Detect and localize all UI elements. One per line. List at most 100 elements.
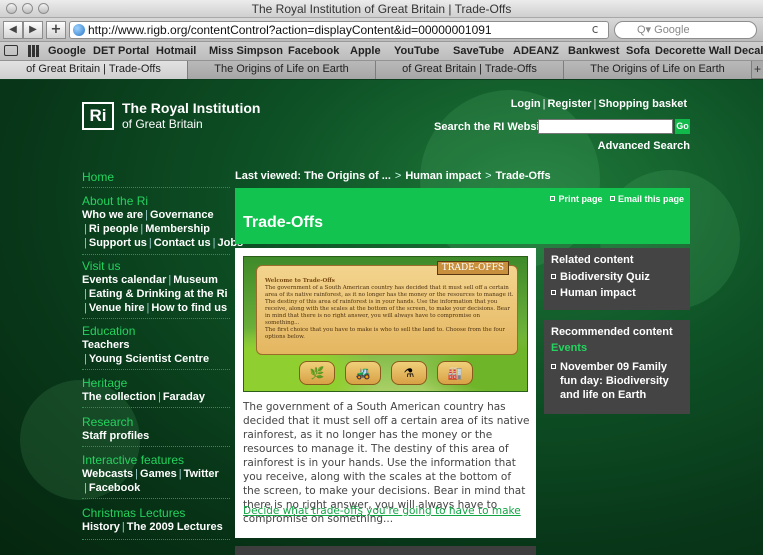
- bookmark-item[interactable]: Bankwest: [568, 45, 619, 57]
- decide-trade-offs-link[interactable]: Decide what trade-offs you're going to h…: [243, 505, 521, 517]
- bookmark-item[interactable]: Miss Simpson: [209, 45, 283, 57]
- address-bar[interactable]: http://www.rigb.org/contentControl?actio…: [69, 21, 609, 39]
- nav-visit-heading[interactable]: Visit us: [82, 259, 230, 273]
- nav-link-the-collection[interactable]: The collection: [82, 391, 156, 403]
- breadcrumb-arrow-icon: >: [394, 170, 402, 182]
- nav-link-venue-hire[interactable]: Venue hire: [89, 302, 145, 314]
- farming-option-icon[interactable]: 🚜: [345, 361, 381, 385]
- bookmark-item[interactable]: Sofa: [626, 45, 650, 57]
- breadcrumb-prefix: Last viewed:: [235, 170, 302, 182]
- login-link[interactable]: Login: [511, 98, 541, 110]
- tab-trade-offs-2[interactable]: of Great Britain | Trade-Offs: [376, 61, 564, 79]
- game-heading: Welcome to Trade-Offs: [265, 278, 335, 284]
- breadcrumb-arrow-icon: >: [485, 170, 492, 182]
- nav-link-webcasts[interactable]: Webcasts: [82, 468, 133, 480]
- tab-origins-of-life[interactable]: The Origins of Life on Earth: [188, 61, 376, 79]
- tab-trade-offs[interactable]: of Great Britain | Trade-Offs: [0, 61, 188, 79]
- ri-logo-mark: Ri: [82, 102, 114, 130]
- nav-link-who-we-are[interactable]: Who we are: [82, 209, 143, 221]
- site-search-input[interactable]: [538, 119, 673, 134]
- nav-link-young-scientist-centre[interactable]: Young Scientist Centre: [89, 353, 209, 365]
- print-icon: [550, 196, 556, 201]
- nav-link-museum[interactable]: Museum: [173, 274, 218, 286]
- nav-link-contact-us[interactable]: Contact us: [154, 237, 211, 249]
- nav-research-heading[interactable]: Research: [82, 415, 230, 429]
- bookmarks-bar: Google DET Portal Hotmail Miss Simpson F…: [0, 42, 763, 61]
- register-link[interactable]: Register: [547, 98, 591, 110]
- breadcrumb-item[interactable]: Human impact: [405, 170, 481, 182]
- account-links: Login | Register | Shopping basket: [511, 98, 687, 110]
- nav-link-games[interactable]: Games: [140, 468, 177, 480]
- breadcrumb-item[interactable]: The Origins of ...: [304, 170, 391, 182]
- recommended-event-link[interactable]: November 09 Family fun day: Biodiversity…: [560, 360, 683, 402]
- ecotourism-option-icon[interactable]: 🌿: [299, 361, 335, 385]
- research-option-icon[interactable]: ⚗: [391, 361, 427, 385]
- nav-education-heading[interactable]: Education: [82, 324, 230, 338]
- shopping-basket-link[interactable]: Shopping basket: [598, 98, 687, 110]
- nav-link-staff-profiles[interactable]: Staff profiles: [82, 430, 149, 442]
- related-link-human-impact[interactable]: Human impact: [560, 287, 636, 299]
- nav-heritage-heading[interactable]: Heritage: [82, 376, 230, 390]
- nav-link-eating-drinking[interactable]: Eating & Drinking at the Ri: [89, 288, 228, 300]
- forward-button[interactable]: ▶: [23, 21, 43, 39]
- bookmark-item[interactable]: Decorette Wall Decals: [655, 45, 763, 57]
- nav-link-facebook[interactable]: Facebook: [89, 482, 140, 494]
- bookmark-item[interactable]: SaveTube: [453, 45, 504, 57]
- tab-origins-of-life-2[interactable]: The Origins of Life on Earth: [564, 61, 752, 79]
- add-bookmark-button[interactable]: +: [46, 21, 66, 39]
- bookmark-item[interactable]: Facebook: [288, 45, 339, 57]
- window-title: The Royal Institution of Great Britain |…: [251, 2, 512, 16]
- nav-section-education: Education Teachers | Young Scientist Cent…: [82, 324, 230, 370]
- article-panel: TRADE-OFFS Welcome to Trade-Offs The gov…: [235, 248, 536, 538]
- nav-link-ri-people[interactable]: Ri people: [89, 223, 139, 235]
- nav-link-history[interactable]: History: [82, 521, 120, 533]
- bookmark-item[interactable]: Google: [48, 45, 86, 57]
- site-search-go-button[interactable]: Go: [675, 119, 690, 134]
- divider: |: [84, 482, 87, 494]
- back-button[interactable]: ◀: [3, 21, 23, 39]
- nav-link-membership[interactable]: Membership: [145, 223, 210, 235]
- bookmark-item[interactable]: Hotmail: [156, 45, 196, 57]
- bookmark-item[interactable]: YouTube: [394, 45, 439, 57]
- nav-link-governance[interactable]: Governance: [150, 209, 214, 221]
- bullet-icon: [551, 364, 556, 369]
- bookmarks-book-icon[interactable]: [4, 45, 18, 56]
- window-titlebar: The Royal Institution of Great Britain |…: [0, 0, 763, 18]
- bookmark-item[interactable]: Apple: [350, 45, 381, 57]
- google-search-placeholder: Q▾ Google: [637, 24, 690, 36]
- advanced-search-link[interactable]: Advanced Search: [598, 140, 690, 152]
- nav-link-how-to-find-us[interactable]: How to find us: [151, 302, 227, 314]
- email-page-link[interactable]: Email this page: [618, 194, 684, 204]
- page-title: Trade-Offs: [243, 214, 324, 231]
- nav-link-events-calendar[interactable]: Events calendar: [82, 274, 166, 286]
- nav-home-link[interactable]: Home: [82, 170, 230, 184]
- nav-link-twitter[interactable]: Twitter: [184, 468, 219, 480]
- top-sites-grid-icon[interactable]: [28, 45, 40, 57]
- divider: |: [157, 391, 161, 403]
- nav-christmas-heading[interactable]: Christmas Lectures: [82, 506, 230, 520]
- nav-about-heading[interactable]: About the Ri: [82, 194, 230, 208]
- bookmark-item[interactable]: ADEANZ: [513, 45, 559, 57]
- related-link-biodiversity-quiz[interactable]: Biodiversity Quiz: [560, 271, 650, 283]
- nav-section-visit: Visit us Events calendar | Museum | Eating …: [82, 259, 230, 319]
- recommended-content-box: Recommended content Events November 09 F…: [544, 320, 690, 414]
- new-tab-button[interactable]: +: [752, 61, 763, 79]
- industry-option-icon[interactable]: 🏭: [437, 361, 473, 385]
- trade-offs-game-image[interactable]: TRADE-OFFS Welcome to Trade-Offs The gov…: [243, 256, 528, 392]
- game-body: The government of a South American count…: [265, 285, 514, 326]
- print-page-link[interactable]: Print page: [558, 194, 602, 204]
- divider: |: [84, 302, 87, 314]
- nav-link-teachers[interactable]: Teachers: [82, 339, 130, 351]
- google-search-input[interactable]: Q▾ Google: [614, 21, 757, 39]
- nav-link-2009-lectures[interactable]: The 2009 Lectures: [127, 521, 223, 533]
- reload-icon[interactable]: c: [585, 21, 605, 37]
- divider: |: [121, 521, 125, 533]
- bookmark-item[interactable]: DET Portal: [93, 45, 149, 57]
- nav-link-faraday[interactable]: Faraday: [163, 391, 205, 403]
- recommended-content-heading: Recommended content: [551, 326, 673, 338]
- divider: |: [84, 223, 87, 235]
- email-icon: [609, 196, 615, 201]
- game-intro-text: Welcome to Trade-Offs The government of …: [265, 278, 515, 341]
- nav-link-support-us[interactable]: Support us: [89, 237, 147, 249]
- nav-interactive-heading[interactable]: Interactive features: [82, 453, 230, 467]
